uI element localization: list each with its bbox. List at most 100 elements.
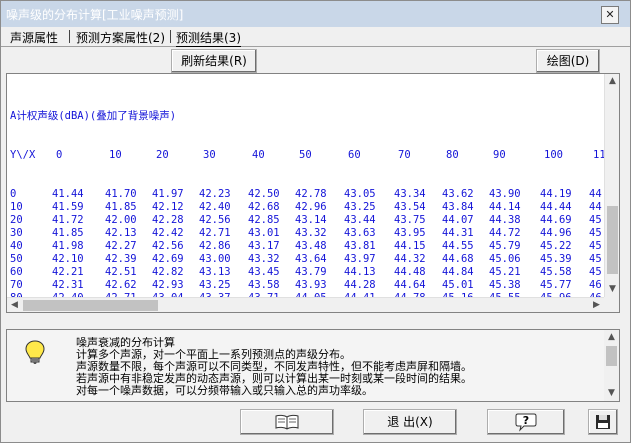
grid-row-label: 40 xyxy=(10,240,23,252)
grid-cell: 42.86 xyxy=(199,240,231,252)
grid-cell: 42.56 xyxy=(199,214,231,226)
grid-cell: 42.00 xyxy=(105,214,137,226)
results-horizontal-scrollbar[interactable]: ◀ ▶ xyxy=(7,297,604,312)
grid-column-header: 30 xyxy=(203,149,216,161)
grid-column-header: 10 xyxy=(109,149,122,161)
plot-button[interactable]: 绘图(D) xyxy=(536,49,600,73)
grid-cell: 42.78 xyxy=(295,188,327,200)
window-title: 噪声级的分布计算[工业噪声预测] xyxy=(6,8,184,22)
grid-cell: 42.42 xyxy=(152,227,184,239)
grid-cell: 44.84 xyxy=(442,266,474,278)
exit-button[interactable]: 退 出(X) xyxy=(363,409,457,435)
tab-source-properties[interactable]: 声源属性 xyxy=(10,29,58,46)
grid-cell: 45.58 xyxy=(540,266,572,278)
grid-cell: 43.79 xyxy=(295,266,327,278)
tab-prediction-results[interactable]: 预测结果(3) xyxy=(176,29,241,47)
grid-cell: 45.77 xyxy=(540,279,572,291)
grid-cell: 44.64 xyxy=(394,279,426,291)
grid-cell: 42.13 xyxy=(105,227,137,239)
grid-cell: 42.96 xyxy=(295,201,327,213)
grid-cell: 44.38 xyxy=(489,214,521,226)
grid-cell: 43.45 xyxy=(248,266,280,278)
grid-cell: 45.39 xyxy=(540,253,572,265)
grid-cell: 43.64 xyxy=(295,253,327,265)
grid-cell: 42.50 xyxy=(248,188,280,200)
grid-cell: 44.48 xyxy=(394,266,426,278)
grid-cell: 43.32 xyxy=(295,227,327,239)
grid-column-header: 70 xyxy=(398,149,411,161)
title-bar[interactable]: 噪声级的分布计算[工业噪声预测] ✕ xyxy=(1,1,630,27)
help-vertical-scrollbar[interactable]: ▲ ▼ xyxy=(604,330,619,401)
scroll-thumb[interactable] xyxy=(606,346,617,366)
table-row: 0 41.44 41.70 41.97 42.23 42.50 42.78 43.05 43.3… xyxy=(10,188,602,201)
grid-cell: 43.62 xyxy=(442,188,474,200)
grid-cell: 44.96 xyxy=(540,227,572,239)
close-button[interactable]: ✕ xyxy=(601,6,619,24)
grid-cell: 42.68 xyxy=(248,201,280,213)
grid-column-header: 80 xyxy=(446,149,459,161)
help-icon: ? xyxy=(515,413,537,432)
scroll-thumb[interactable] xyxy=(23,300,158,311)
scroll-up-arrow-icon[interactable]: ▲ xyxy=(604,330,619,345)
scroll-down-arrow-icon[interactable]: ▼ xyxy=(605,282,619,297)
grid-cell: 45 xyxy=(589,253,602,265)
grid-cell: 41.72 xyxy=(52,214,84,226)
grid-cell: 45 xyxy=(589,266,602,278)
grid-row-label: 30 xyxy=(10,227,23,239)
grid-cell: 43.97 xyxy=(344,253,376,265)
grid-cell: 45.22 xyxy=(540,240,572,252)
grid-cell: 44.44 xyxy=(540,201,572,213)
grid-cell: 45.06 xyxy=(489,253,521,265)
grid-cell: 43.95 xyxy=(394,227,426,239)
scroll-thumb[interactable] xyxy=(607,206,618,274)
results-table: A计权声级(dBA)(叠加了背景噪声) Y\/X 0 10 20 30 40 50 60 70… xyxy=(10,84,606,312)
grid-cell: 42.82 xyxy=(152,266,184,278)
refresh-results-button[interactable]: 刷新结果(R) xyxy=(171,49,257,73)
grid-cell: 43.58 xyxy=(248,279,280,291)
grid-cell: 44 xyxy=(589,188,602,200)
grid-row-label: 20 xyxy=(10,214,23,226)
tab-bar: 声源属性 预测方案属性(2) 预测结果(3) xyxy=(1,27,630,47)
grid-cell: 42.23 xyxy=(199,188,231,200)
help-text: 噪声衰减的分布计算 计算多个声源，对一个平面上一系列预测点的声级分布。 声源数量… xyxy=(76,337,604,397)
grid-cell: 42.93 xyxy=(152,279,184,291)
grid-cell: 43.44 xyxy=(344,214,376,226)
grid-cell: 45.79 xyxy=(489,240,521,252)
grid-cell: 43.01 xyxy=(248,227,280,239)
help-glyph: ? xyxy=(523,414,529,427)
grid-column-header: 90 xyxy=(493,149,506,161)
grid-cell: 41.59 xyxy=(52,201,84,213)
grid-column-header: 100 xyxy=(544,149,563,161)
scroll-right-arrow-icon[interactable]: ▶ xyxy=(589,298,604,312)
grid-cell: 42.12 xyxy=(152,201,184,213)
grid-cell: 45 xyxy=(589,240,602,252)
manual-button[interactable] xyxy=(240,409,334,435)
table-row: 50 42.10 42.39 42.69 43.00 43.32 43.64 43.97 44.… xyxy=(10,253,602,266)
grid-cell: 43.25 xyxy=(344,201,376,213)
save-button[interactable] xyxy=(588,409,618,435)
grid-cell: 43.84 xyxy=(442,201,474,213)
tab-divider xyxy=(170,30,171,43)
scroll-left-arrow-icon[interactable]: ◀ xyxy=(7,298,22,312)
grid-cell: 44.14 xyxy=(489,201,521,213)
tab-scheme-properties[interactable]: 预测方案属性(2) xyxy=(76,29,165,46)
results-grid[interactable]: A计权声级(dBA)(叠加了背景噪声) Y\/X 0 10 20 30 40 50 60 70… xyxy=(6,73,620,313)
grid-cell: 43.90 xyxy=(489,188,521,200)
grid-column-header: 40 xyxy=(252,149,265,161)
grid-cell: 46 xyxy=(589,279,602,291)
table-row: 10 41.59 41.85 42.12 42.40 42.68 42.96 43.25 43.… xyxy=(10,201,602,214)
grid-cell: 44.69 xyxy=(540,214,572,226)
grid-cell: 43.63 xyxy=(344,227,376,239)
grid-column-header: 60 xyxy=(348,149,361,161)
grid-column-header-row: Y\/X 0 10 20 30 40 50 60 70 80 90 100 11 xyxy=(10,149,606,162)
grid-cell: 41.85 xyxy=(105,201,137,213)
grid-cell: 44.07 xyxy=(442,214,474,226)
scroll-up-arrow-icon[interactable]: ▲ xyxy=(605,74,619,89)
grid-cell: 42.39 xyxy=(105,253,137,265)
grid-cell: 41.98 xyxy=(52,240,84,252)
grid-cell: 44.15 xyxy=(394,240,426,252)
results-vertical-scrollbar[interactable]: ▲ ▼ xyxy=(604,74,619,297)
scroll-corner xyxy=(604,297,619,312)
scroll-down-arrow-icon[interactable]: ▼ xyxy=(604,386,619,401)
help-button[interactable]: ? xyxy=(487,409,565,435)
